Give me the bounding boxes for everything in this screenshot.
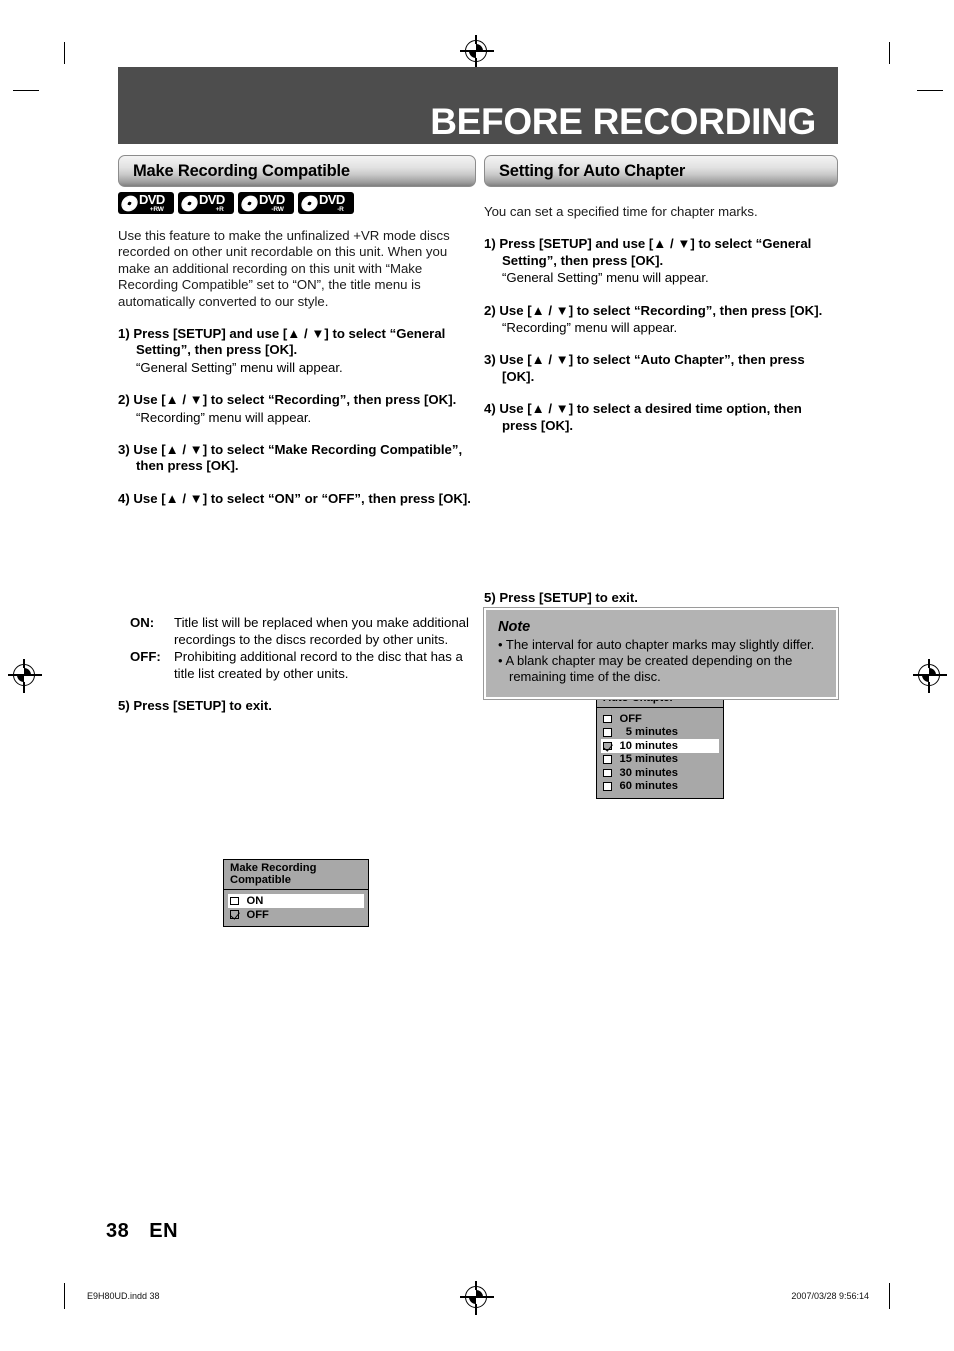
checkbox-unchecked-icon[interactable]	[603, 782, 612, 791]
disc-icon	[299, 192, 320, 214]
page-number: 38	[106, 1220, 130, 1242]
page-number-block: 38 EN	[106, 1220, 178, 1243]
checkbox-unchecked-icon[interactable]	[603, 714, 612, 724]
dvd-logo-main-text: DVD	[319, 192, 345, 207]
language-code: EN	[149, 1220, 179, 1242]
dvd-logo-main-text: DVD	[139, 192, 165, 207]
checkbox-checked-icon[interactable]	[230, 910, 239, 919]
left-step-2: 2) Use [▲ / ▼] to select “Recording”, th…	[118, 392, 457, 408]
left-step-3: 3) Use [▲ / ▼] to select “Make Recording…	[118, 442, 463, 474]
registration-mark-right	[913, 659, 947, 693]
dvd-logo-sub-text: +RW	[149, 205, 164, 213]
dvd-minus-rw-logo: DVD -RW	[238, 192, 294, 214]
disc-icon	[179, 192, 200, 214]
section-header-make-recording-compatible: Make Recording Compatible	[118, 155, 476, 187]
osd-option-10-minutes[interactable]: 10 minutes	[601, 739, 719, 753]
note-item: • A blank chapter may be created dependi…	[498, 653, 793, 685]
crop-mark-left-top	[13, 90, 39, 92]
note-title: Note	[498, 619, 531, 635]
dvd-logo-sub-text: -RW	[271, 205, 284, 213]
definition-description: Prohibiting additional record to the dis…	[174, 649, 463, 681]
definition-row-on: ON: Title list will be replaced when you…	[118, 615, 474, 648]
definition-term: OFF:	[130, 649, 161, 665]
right-step-2: 2) Use [▲ / ▼] to select “Recording”, th…	[484, 302, 823, 318]
right-step-4: 4) Use [▲ / ▼] to select a desired time …	[484, 401, 802, 433]
right-step-2-note: “Recording” menu will appear.	[502, 320, 678, 336]
osd-option-60-minutes[interactable]: 60 minutes	[601, 780, 719, 794]
left-step-2-note: “Recording” menu will appear.	[136, 409, 312, 425]
footer-rule-left	[64, 1283, 66, 1309]
osd-option-label: 30 minutes	[619, 766, 678, 779]
checkbox-checked-icon[interactable]	[603, 741, 612, 751]
registration-mark-bottom	[460, 1281, 494, 1315]
disc-logo-row: DVD +RW DVD +R DVD -RW DVD -R	[118, 192, 474, 214]
osd-menu-title: Make Recording Compatible	[224, 860, 368, 891]
left-step-1-note: “General Setting” menu will appear.	[136, 359, 343, 375]
osd-option-label: OFF	[619, 712, 642, 725]
osd-option-30-minutes[interactable]: 30 minutes	[601, 766, 719, 780]
osd-option-on[interactable]: ON	[228, 894, 364, 908]
osd-menu-make-recording-compatible[interactable]: Make Recording Compatible ON OFF	[223, 859, 369, 928]
dvd-minus-r-logo: DVD -R	[298, 192, 354, 214]
osd-option-off[interactable]: OFF	[228, 908, 364, 922]
crop-mark-right-top	[917, 90, 943, 92]
osd-option-5-minutes[interactable]: 5 minutes	[601, 726, 719, 740]
left-step-1: 1) Press [SETUP] and use [▲ / ▼] to sele…	[118, 326, 446, 358]
checkbox-unchecked-icon[interactable]	[603, 728, 612, 737]
chapter-title-bar: BEFORE RECORDING	[118, 67, 838, 144]
left-step-5: 5) Press [SETUP] to exit.	[118, 697, 272, 713]
right-step-1-note: “General Setting” menu will appear.	[502, 270, 709, 286]
right-column: You can set a specified time for chapter…	[484, 192, 840, 800]
note-box: Note • The interval for auto chapter mar…	[483, 607, 839, 700]
manual-page: BEFORE RECORDING Make Recording Compatib…	[0, 0, 954, 1351]
disc-icon	[239, 192, 260, 214]
registration-mark-left	[8, 659, 42, 693]
definition-term: ON:	[130, 615, 155, 631]
checkbox-unchecked-icon[interactable]	[603, 768, 612, 778]
right-step-5: 5) Press [SETUP] to exit.	[484, 590, 638, 606]
dvd-plus-rw-logo: DVD +RW	[118, 192, 174, 214]
footer-rule-right	[889, 1283, 891, 1309]
osd-option-label: 15 minutes	[619, 753, 678, 766]
section-header-setting-for-auto-chapter: Setting for Auto Chapter	[484, 155, 838, 187]
section-header-right-label: Setting for Auto Chapter	[499, 161, 686, 180]
dvd-plus-r-logo: DVD +R	[178, 192, 234, 214]
osd-option-label: 10 minutes	[619, 739, 678, 752]
registration-mark-top	[460, 35, 494, 69]
osd-menu-auto-chapter[interactable]: Auto Chapter OFF 5 minutes 10 minutes	[596, 689, 724, 800]
osd-option-label: 60 minutes	[619, 780, 678, 793]
crop-mark-top-left	[64, 42, 66, 64]
right-intro-paragraph: You can set a specified time for chapter…	[484, 204, 758, 219]
on-off-definition-list: ON: Title list will be replaced when you…	[118, 615, 474, 682]
dvd-logo-main-text: DVD	[259, 192, 285, 207]
dvd-logo-main-text: DVD	[199, 192, 225, 207]
note-item: • The interval for auto chapter marks ma…	[498, 637, 815, 652]
right-step-3: 3) Use [▲ / ▼] to select “Auto Chapter”,…	[484, 352, 805, 384]
left-column: DVD +RW DVD +R DVD -RW DVD -R Use this f…	[118, 192, 474, 928]
footer-timestamp: 2007/03/28 9:56:14	[791, 1291, 869, 1301]
page-title: BEFORE RECORDING	[430, 101, 816, 142]
checkbox-unchecked-icon[interactable]	[230, 896, 239, 906]
section-header-left-label: Make Recording Compatible	[133, 161, 350, 180]
right-step-1: 1) Press [SETUP] and use [▲ / ▼] to sele…	[484, 236, 812, 268]
osd-option-label: OFF	[246, 908, 269, 921]
disc-icon	[119, 192, 140, 214]
osd-option-label: ON	[246, 895, 264, 908]
dvd-logo-sub-text: -R	[337, 205, 344, 213]
osd-option-15-minutes[interactable]: 15 minutes	[601, 753, 719, 767]
checkbox-unchecked-icon[interactable]	[603, 755, 612, 764]
osd-option-off[interactable]: OFF	[601, 712, 719, 726]
dvd-logo-sub-text: +R	[215, 205, 224, 213]
definition-row-off: OFF: Prohibiting additional record to th…	[118, 649, 474, 682]
osd-option-label: 5 minutes	[619, 726, 678, 739]
left-step-4: 4) Use [▲ / ▼] to select “ON” or “OFF”, …	[118, 490, 471, 506]
left-intro-paragraph: Use this feature to make the unfinalized…	[118, 228, 450, 309]
definition-description: Title list will be replaced when you mak…	[174, 615, 469, 647]
crop-mark-top-right	[889, 42, 891, 64]
footer-filename: E9H80UD.indd 38	[87, 1291, 160, 1301]
